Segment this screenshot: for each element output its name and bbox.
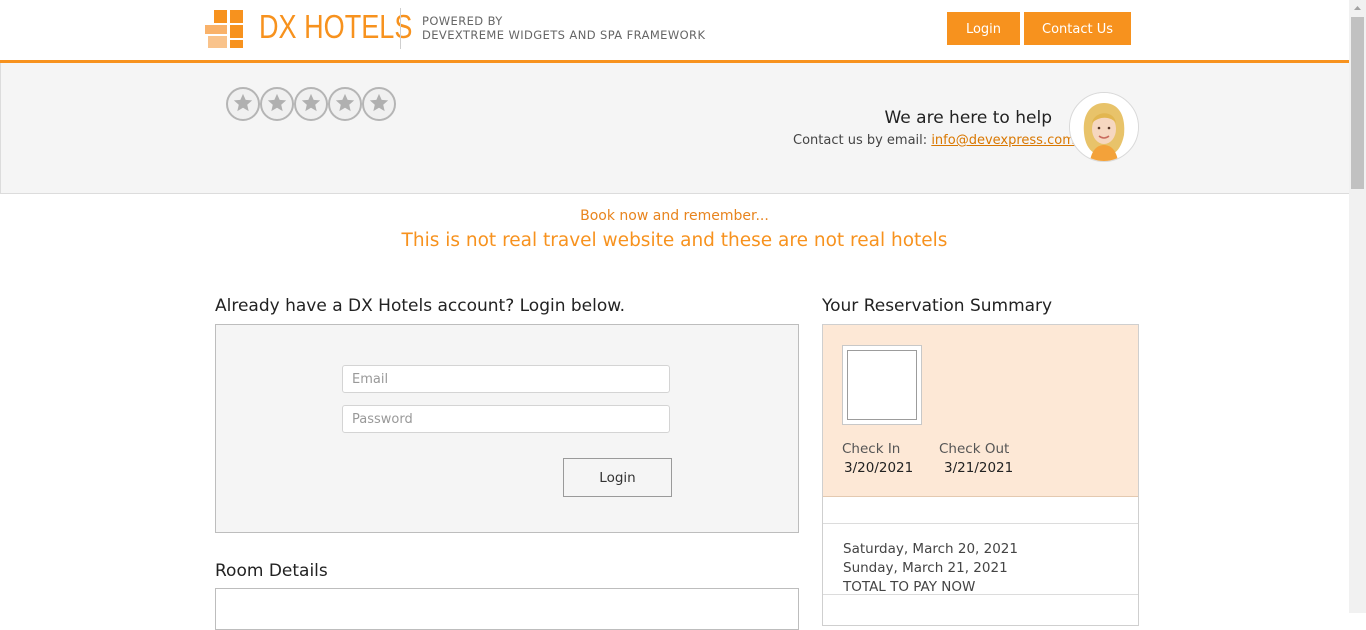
room-details-title: Room Details bbox=[215, 561, 328, 581]
room-details-panel bbox=[215, 588, 799, 630]
check-out-label: Check Out bbox=[939, 441, 1010, 457]
reservation-summary-title: Your Reservation Summary bbox=[822, 296, 1053, 316]
summary-divider bbox=[823, 594, 1138, 595]
hotel-thumbnail bbox=[842, 345, 922, 425]
help-band bbox=[0, 63, 1350, 194]
date-to-text: Sunday, March 21, 2021 bbox=[843, 560, 1008, 576]
help-contact-prefix: Contact us by email: bbox=[793, 133, 928, 148]
star-icon[interactable] bbox=[294, 87, 328, 121]
login-button[interactable]: Login bbox=[563, 458, 672, 497]
email-field[interactable] bbox=[342, 365, 670, 393]
powered-by-text: POWERED BY DEVEXTREME WIDGETS AND SPA FR… bbox=[422, 14, 705, 42]
dx-hotels-logo-icon[interactable] bbox=[205, 10, 245, 48]
summary-divider bbox=[823, 523, 1138, 524]
star-icon[interactable] bbox=[260, 87, 294, 121]
disclaimer-text: This is not real travel website and thes… bbox=[401, 230, 948, 251]
star-icon[interactable] bbox=[226, 87, 260, 121]
star-icon[interactable] bbox=[362, 87, 396, 121]
powered-line-2: DEVEXTREME WIDGETS AND SPA FRAMEWORK bbox=[422, 28, 706, 42]
top-header: DX HOTELS POWERED BY DEVEXTREME WIDGETS … bbox=[0, 0, 1349, 63]
hotel-image-placeholder bbox=[847, 350, 917, 420]
total-label: TOTAL TO PAY NOW bbox=[843, 579, 976, 595]
support-email-link[interactable]: info@devexpress.com bbox=[931, 133, 1075, 148]
logo-text[interactable]: DX HOTELS bbox=[259, 8, 412, 46]
book-now-text: Book now and remember... bbox=[580, 208, 769, 224]
vertical-scrollbar[interactable] bbox=[1349, 0, 1366, 613]
date-from-text: Saturday, March 20, 2021 bbox=[843, 541, 1018, 557]
reservation-header: Check In 3/20/2021 Check Out 3/21/2021 bbox=[823, 325, 1138, 497]
check-out-value: 3/21/2021 bbox=[944, 460, 1014, 476]
support-avatar bbox=[1069, 92, 1139, 162]
powered-line-1: POWERED BY bbox=[422, 14, 503, 28]
header-login-button[interactable]: Login bbox=[947, 12, 1020, 45]
password-field[interactable] bbox=[342, 405, 670, 433]
logo-divider bbox=[400, 8, 401, 49]
scroll-up-arrow-icon[interactable] bbox=[1349, 0, 1366, 17]
reservation-summary-panel: Check In 3/20/2021 Check Out 3/21/2021 S… bbox=[822, 324, 1139, 626]
scroll-thumb[interactable] bbox=[1351, 17, 1364, 189]
check-in-label: Check In bbox=[842, 441, 901, 457]
help-title: We are here to help bbox=[884, 108, 1052, 128]
star-icon[interactable] bbox=[328, 87, 362, 121]
help-contact-line: Contact us by email: info@devexpress.com bbox=[793, 133, 1075, 148]
contact-us-button[interactable]: Contact Us bbox=[1024, 12, 1131, 45]
login-section-title: Already have a DX Hotels account? Login … bbox=[215, 296, 626, 316]
check-in-value: 3/20/2021 bbox=[844, 460, 914, 476]
